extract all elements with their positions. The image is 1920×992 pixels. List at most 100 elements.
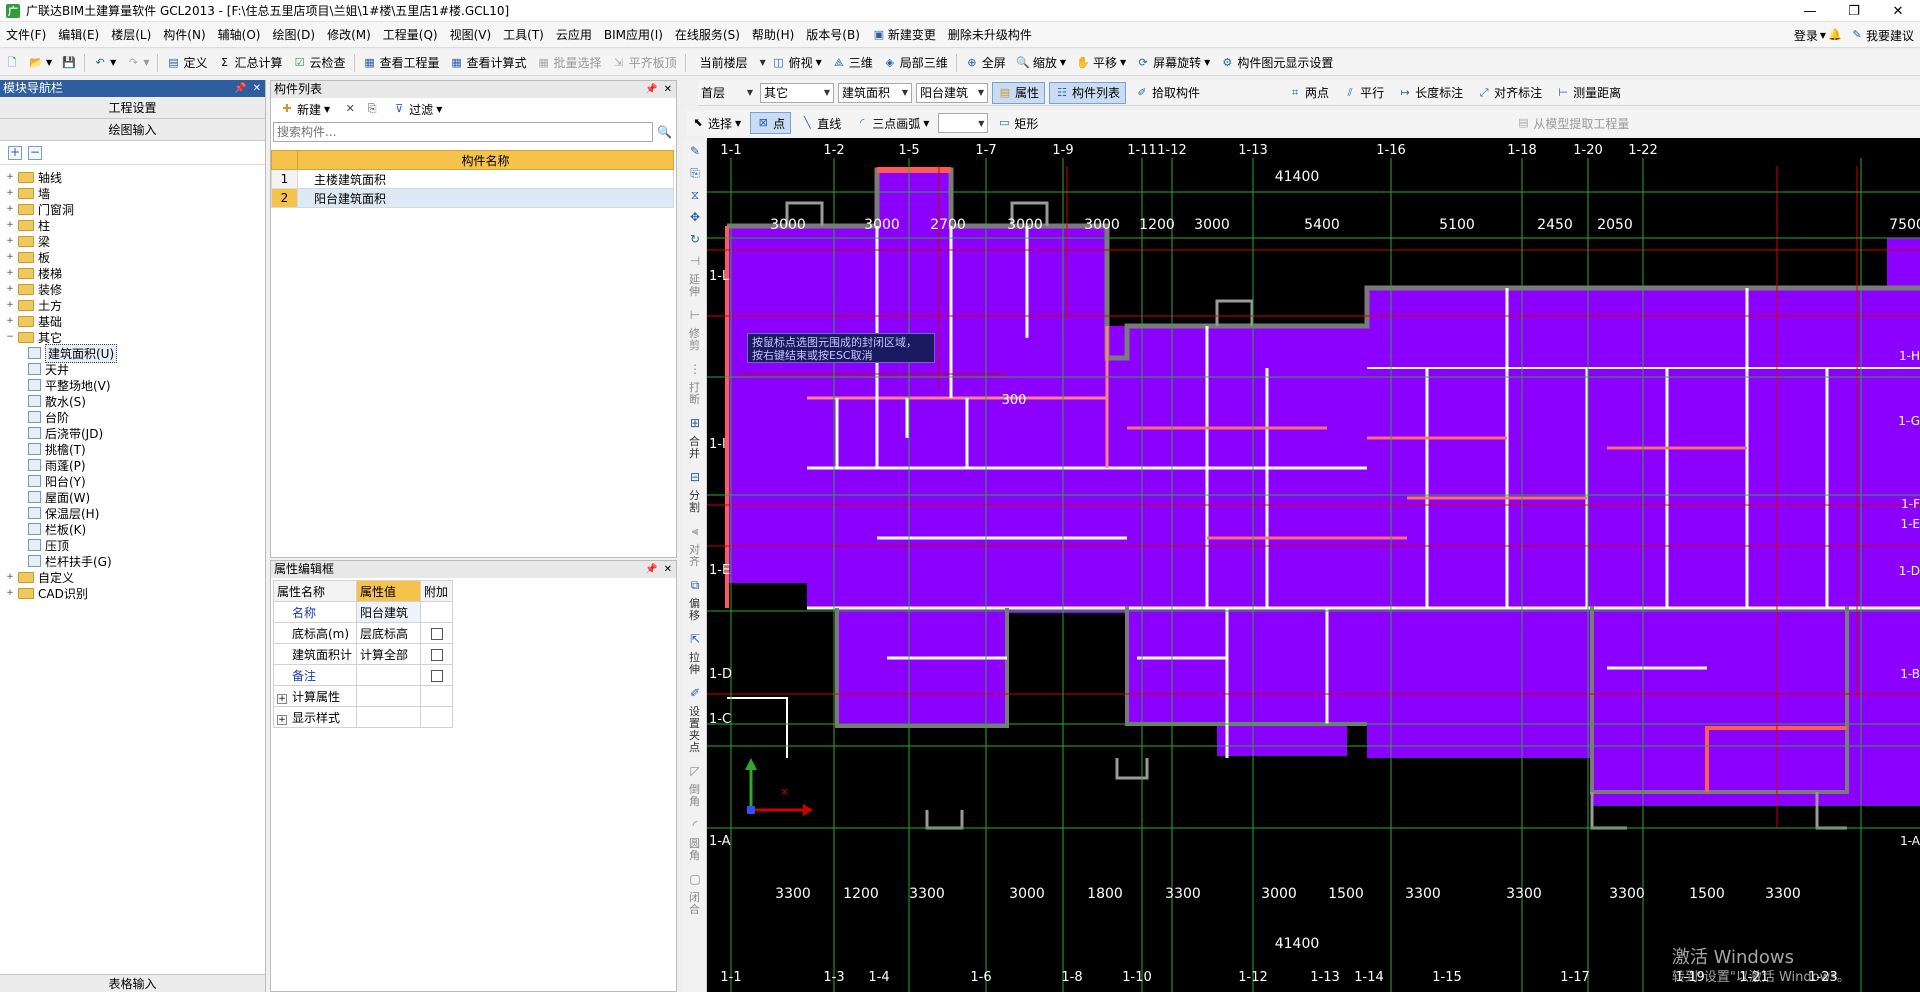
tree-item[interactable]: 保温层(H)	[4, 505, 265, 521]
display-settings-button[interactable]: ⚙ 构件图元显示设置	[1215, 52, 1338, 74]
line-tool-button[interactable]: ╲ 直线	[795, 112, 846, 134]
arc3-tool-button[interactable]: ◜ 三点画弧 ▼	[850, 112, 934, 134]
floor-select[interactable]: 首层 ▼	[698, 83, 756, 103]
current-floor-select[interactable]: ▼	[753, 53, 767, 73]
select-tool-button[interactable]: ⬉ 选择 ▼	[686, 112, 746, 134]
menu-floor[interactable]: 楼层(L)	[105, 24, 157, 46]
add-checkbox[interactable]	[430, 669, 443, 682]
tree-folder[interactable]: + 基础	[4, 313, 265, 329]
tab-project-settings[interactable]: 工程设置	[0, 97, 265, 119]
measure-button[interactable]: ⊢ 测量距离	[1551, 82, 1626, 104]
expand-icon[interactable]: +	[4, 236, 16, 246]
menu-aux-axis[interactable]: 辅轴(O)	[212, 24, 267, 46]
area-block[interactable]	[1367, 723, 1592, 758]
expand-icon[interactable]: +	[4, 172, 16, 182]
expand-icon[interactable]: +	[4, 220, 16, 230]
extend-button[interactable]: 延伸	[689, 272, 701, 304]
set-grip-button[interactable]: 设置夹点	[689, 704, 701, 760]
pick-component-button[interactable]: ✐ 拾取构件	[1130, 82, 1205, 104]
sum-calc-button[interactable]: Σ 汇总计算	[212, 52, 287, 74]
tree-item[interactable]: 阳台(Y)	[4, 473, 265, 489]
menu-cloud[interactable]: 云应用	[550, 24, 598, 46]
pan-button[interactable]: ✋ 平移 ▼	[1071, 52, 1131, 74]
copy-icon[interactable]: ⎘	[365, 102, 379, 116]
expand-icon[interactable]: +	[4, 284, 16, 294]
login-button[interactable]: 登录 ▼ 🔔	[1794, 27, 1842, 44]
delete-unused-button[interactable]: 删除未升级构件	[942, 24, 1038, 46]
menu-help[interactable]: 帮助(H)	[746, 24, 800, 46]
close-icon[interactable]: ✕	[664, 81, 672, 98]
extract-qty-button[interactable]: ▤ 从模型提取工程量	[1511, 112, 1634, 134]
parallel-button[interactable]: ⫽ 平行	[1338, 82, 1389, 104]
component-list-button[interactable]: ☷ 构件列表	[1049, 81, 1127, 104]
area-block[interactable]	[1327, 606, 1592, 724]
table-row-selected[interactable]: 2 阳台建筑面积	[271, 188, 674, 208]
tab-drawing-input[interactable]: 绘图输入	[0, 119, 265, 141]
expand-icon[interactable]: +	[4, 188, 16, 198]
expand-icon[interactable]: +	[4, 300, 16, 310]
expand-icon[interactable]: +	[4, 572, 16, 582]
point-tool-button[interactable]: ⊠ 点	[750, 112, 792, 134]
attribute-button[interactable]: ▤ 属性	[992, 81, 1046, 104]
row-name[interactable]: 主楼建筑面积	[297, 169, 674, 189]
tree-item[interactable]: 屋面(W)	[4, 489, 265, 505]
pin-icon[interactable]: 📌	[645, 81, 657, 98]
tree-item[interactable]: 栏板(K)	[4, 521, 265, 537]
new-change-button[interactable]: ▣ 新建变更	[866, 24, 942, 46]
expand-icon[interactable]: +	[4, 588, 16, 598]
merge-button[interactable]: 合并	[689, 434, 701, 466]
tree-folder[interactable]: + 轴线	[4, 169, 265, 185]
tree-item[interactable]: 台阶	[4, 409, 265, 425]
category-select[interactable]: 其它 ▼	[760, 82, 834, 103]
tree-item[interactable]: 后浇带(JD)	[4, 425, 265, 441]
tree-folder[interactable]: + 自定义	[4, 569, 265, 585]
drawing-canvas[interactable]: 1-1 1-2 1-5 1-7 1-9 1-11 1-12 1-13 1-16 1-18 1-20 1…	[707, 138, 1920, 992]
split-button[interactable]: 分割	[689, 488, 701, 520]
menu-online[interactable]: 在线服务(S)	[669, 24, 746, 46]
tree-item[interactable]: 建筑面积(U)	[4, 343, 265, 363]
open-file-button[interactable]: 📂 ▼	[24, 52, 57, 74]
prop-value-field[interactable]: 阳台建筑	[356, 601, 421, 623]
pin-icon[interactable]: 📌	[234, 80, 246, 97]
table-row[interactable]: 1 主楼建筑面积	[271, 169, 674, 189]
copy-icon[interactable]: ⎘	[683, 162, 707, 184]
expand-all-button[interactable]: +	[8, 145, 22, 160]
close-button[interactable]: ✕	[1876, 0, 1920, 22]
property-group-row[interactable]: + 显示样式	[273, 706, 453, 728]
tree-folder[interactable]: + 门窗洞	[4, 201, 265, 217]
menu-edit[interactable]: 编辑(E)	[52, 24, 105, 46]
search-input[interactable]	[273, 122, 654, 142]
menu-bim[interactable]: BIM应用(I)	[598, 24, 669, 46]
close-icon[interactable]: ✕	[253, 80, 261, 97]
arc-option-select[interactable]: ▼	[938, 113, 989, 133]
new-file-button[interactable]: 🗋	[0, 52, 24, 74]
align-button[interactable]: 对齐	[689, 542, 701, 574]
save-button[interactable]: 💾	[57, 52, 81, 74]
tab-table-input[interactable]: 表格输入	[0, 974, 265, 992]
tree-folder[interactable]: + CAD识别	[4, 585, 265, 601]
type-select[interactable]: 建筑面积 ▼	[838, 82, 912, 103]
add-checkbox[interactable]	[430, 627, 443, 640]
maximize-button[interactable]: ❐	[1832, 0, 1876, 22]
view-quantity-button[interactable]: ▦ 查看工程量	[358, 52, 445, 74]
expand-icon[interactable]: +	[4, 268, 16, 278]
view-formula-button[interactable]: ▦ 查看计算式	[445, 52, 532, 74]
tree-folder[interactable]: + 墙	[4, 185, 265, 201]
prop-value-field[interactable]	[356, 664, 421, 686]
undo-button[interactable]: ↶ ▼	[88, 52, 121, 74]
menu-file[interactable]: 文件(F)	[0, 24, 52, 46]
delete-icon[interactable]: ✕	[343, 102, 357, 116]
cloud-check-button[interactable]: ☑ 云检查	[288, 52, 351, 74]
area-block[interactable]	[1327, 348, 1377, 608]
tree-item[interactable]: 雨蓬(P)	[4, 457, 265, 473]
three-d-button[interactable]: ⟁ 三维	[827, 52, 878, 74]
floor-plan-drawing[interactable]: 1-1 1-2 1-5 1-7 1-9 1-11 1-12 1-13 1-16 1-18 1-20 1…	[707, 138, 1920, 992]
rotate-icon[interactable]: ↻	[683, 228, 707, 250]
tree-folder[interactable]: + 板	[4, 249, 265, 265]
menu-view[interactable]: 视图(V)	[444, 24, 498, 46]
area-block[interactable]	[727, 468, 807, 583]
tree-item[interactable]: 挑檐(T)	[4, 441, 265, 457]
flush-slab-button[interactable]: ⇲ 平齐板顶	[607, 52, 682, 74]
area-block[interactable]	[1007, 553, 1197, 613]
fillet-button[interactable]: 圆角	[689, 836, 701, 868]
